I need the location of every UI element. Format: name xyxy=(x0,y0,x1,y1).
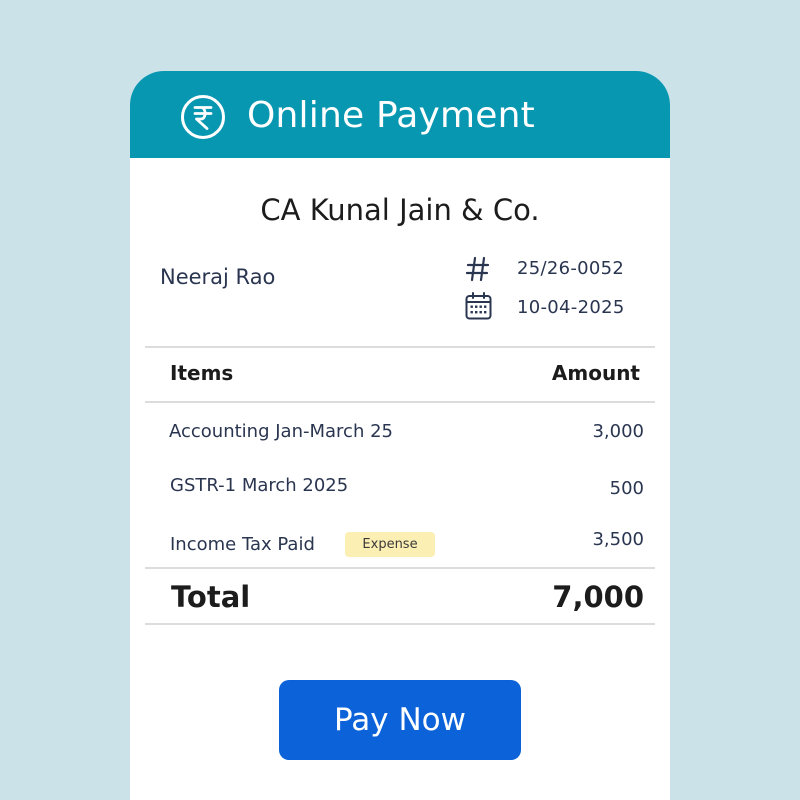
item-amount: 3,000 xyxy=(592,421,644,442)
items-column-header: Items xyxy=(170,361,234,385)
item-label: Income Tax Paid xyxy=(170,534,315,555)
customer-name: Neeraj Rao xyxy=(160,265,276,289)
divider xyxy=(145,623,655,625)
expense-badge: Expense xyxy=(345,532,435,557)
total-label: Total xyxy=(171,580,251,614)
item-label: Accounting Jan-March 25 xyxy=(169,421,393,442)
item-label: GSTR-1 March 2025 xyxy=(170,475,349,496)
item-amount: 500 xyxy=(609,478,644,499)
divider xyxy=(145,346,655,348)
amount-column-header: Amount xyxy=(551,361,640,385)
divider xyxy=(145,567,655,569)
item-amount: 3,500 xyxy=(592,529,644,550)
header-bar: Online Payment xyxy=(130,71,670,158)
calendar-icon xyxy=(465,292,492,320)
pay-now-button[interactable]: Pay Now xyxy=(279,680,521,760)
invoice-number: 25/26-0052 xyxy=(517,258,625,279)
total-value: 7,000 xyxy=(552,580,644,614)
rupee-icon xyxy=(181,95,225,139)
page-title: Online Payment xyxy=(247,95,535,136)
invoice-date: 10-04-2025 xyxy=(517,297,625,318)
invoice-card: Online Payment CA Kunal Jain & Co. Neera… xyxy=(130,71,670,800)
hash-icon xyxy=(466,256,490,282)
divider xyxy=(145,401,655,403)
company-name: CA Kunal Jain & Co. xyxy=(260,193,540,227)
